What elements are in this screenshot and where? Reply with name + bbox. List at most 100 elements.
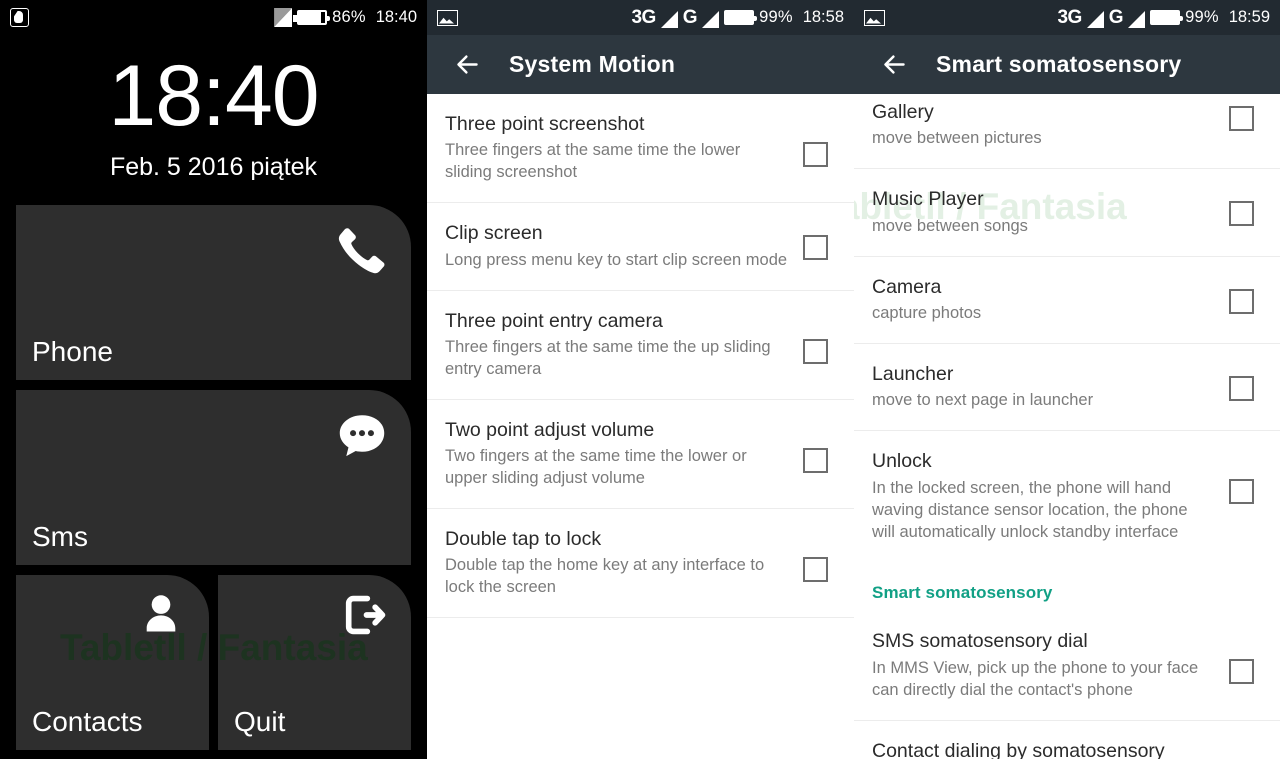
list-item-subtitle: Two fingers at the same time the lower o… (445, 447, 747, 488)
list-item[interactable]: Camera capture photos (854, 257, 1280, 344)
battery-percent-left: 86% (332, 8, 366, 26)
list-item-title: Camera (872, 275, 942, 298)
checkbox-launcher[interactable] (1229, 375, 1254, 401)
list-item-subtitle: Long press menu key to start clip screen… (445, 250, 788, 269)
tile-quit[interactable]: Quit (218, 575, 411, 750)
checkbox-three-point-entry-camera[interactable] (803, 338, 828, 364)
tile-sms[interactable]: Sms (16, 390, 411, 565)
list-item-subtitle: Double tap the home key at any interface… (445, 556, 765, 597)
list-item[interactable]: Gallery move between pictures (854, 94, 1280, 170)
list-item[interactable]: Three point screenshot Three fingers at … (427, 94, 854, 204)
list-item[interactable]: Unlock In the locked screen, the phone w… (854, 431, 1280, 561)
signal-bars-icon-2 (1128, 11, 1146, 28)
picture-icon (864, 9, 885, 26)
status-bar-right: 3G G 99% 18:59 (854, 0, 1280, 35)
tile-contacts[interactable]: Contacts (16, 575, 209, 750)
status-bar-middle: 3G G 99% 18:58 (427, 0, 854, 35)
checkbox-camera[interactable] (1229, 288, 1254, 314)
list-item-title: Music Player (872, 188, 984, 211)
appbar-smart-somatosensory: Smart somatosensory (854, 35, 1280, 94)
system-motion-list: Three point screenshot Three fingers at … (427, 94, 854, 619)
list-item[interactable]: Two point adjust volume Two fingers at t… (427, 400, 854, 510)
page-title-smart-somatosensory: Smart somatosensory (936, 51, 1182, 77)
list-item-title: SMS somatosensory dial (872, 630, 1088, 653)
status-time-left: 18:40 (375, 8, 417, 26)
list-item-title: Gallery (872, 101, 934, 123)
checkbox-music-player[interactable] (1229, 201, 1254, 227)
system-motion-panel: 3G G 99% 18:58 System Motion Three point… (427, 0, 854, 759)
vibrate-icon (10, 8, 29, 27)
status-time-middle: 18:58 (802, 8, 844, 26)
list-item-title: Double tap to lock (445, 528, 602, 551)
signal-bars-icon-2 (702, 11, 720, 28)
lockscreen-clock-block: 18:40 Feb. 5 2016 piątek (0, 35, 427, 182)
tile-row-bottom: Contacts Quit (16, 575, 411, 750)
lockscreen-shortcut-tiles: Phone Sms Contacts Quit (0, 205, 427, 750)
tile-label-quit: Quit (234, 706, 286, 737)
list-item-subtitle: capture photos (872, 304, 982, 322)
status-time-right: 18:59 (1228, 8, 1270, 26)
battery-icon (1150, 10, 1184, 25)
back-arrow-icon[interactable] (872, 43, 916, 87)
list-item-subtitle: move to next page in launcher (872, 391, 1094, 410)
battery-percent-right: 99% (1185, 8, 1219, 26)
person-icon (135, 589, 187, 641)
smart-somatosensory-list: Tabletll / Fantasia Gallery move between… (854, 94, 1280, 759)
page-title-system-motion: System Motion (509, 51, 676, 77)
checkbox-sms-somatosensory-dial[interactable] (1229, 659, 1254, 685)
battery-icon (293, 10, 331, 25)
list-item[interactable]: Three point entry camera Three fingers a… (427, 291, 854, 400)
battery-percent-middle: 99% (759, 8, 793, 26)
back-arrow-icon[interactable] (445, 43, 489, 87)
list-item-title: Unlock (872, 450, 932, 473)
signal-bars-icon-1 (660, 11, 678, 28)
network-type-g-right: G (1108, 6, 1124, 28)
signal-off-icon (274, 8, 292, 27)
message-bubble-icon (333, 408, 391, 466)
list-item[interactable]: Music Player move between songs (854, 169, 1280, 257)
lockscreen-panel: 86% 18:40 18:40 Feb. 5 2016 piątek Phone (0, 0, 427, 759)
lockscreen-time: 18:40 (108, 48, 319, 144)
checkbox-clip-screen[interactable] (803, 235, 828, 261)
network-type-g-middle: G (682, 6, 698, 28)
list-item[interactable]: Double tap to lock Double tap the home k… (427, 509, 854, 619)
list-item-title: Three point screenshot (445, 113, 645, 135)
checkbox-double-tap-to-lock[interactable] (803, 557, 828, 583)
list-item-subtitle: move between songs (872, 216, 1028, 235)
list-item-subtitle: In MMS View, pick up the phone to your f… (872, 658, 1199, 699)
list-item[interactable]: SMS somatosensory dial In MMS View, pick… (854, 611, 1280, 721)
checkbox-gallery[interactable] (1229, 106, 1254, 131)
phone-icon (333, 223, 391, 281)
smart-somatosensory-panel: 3G G 99% 18:59 Smart somatosensory Table… (854, 0, 1280, 759)
tile-label-phone: Phone (32, 336, 113, 367)
checkbox-unlock[interactable] (1229, 479, 1254, 505)
exit-icon (337, 589, 389, 641)
network-type-3g-right: 3G (1057, 6, 1082, 28)
battery-icon (724, 10, 758, 25)
list-item-subtitle: move between pictures (872, 129, 1042, 148)
list-item-subtitle: In the locked screen, the phone will han… (872, 478, 1188, 541)
lockscreen-date: Feb. 5 2016 piątek (109, 153, 318, 181)
checkbox-three-point-screenshot[interactable] (803, 142, 828, 167)
section-header-smart-somatosensory: Smart somatosensory (872, 583, 1053, 603)
list-item-subtitle: Three fingers at the same time the lower… (445, 141, 741, 182)
list-item-title: Contact dialing by somatosensory (872, 739, 1165, 759)
status-bar-left: 86% 18:40 (0, 0, 427, 35)
tile-phone[interactable]: Phone (16, 205, 411, 380)
appbar-system-motion: System Motion (427, 35, 854, 94)
list-item-title: Two point adjust volume (445, 418, 655, 441)
list-item-title: Launcher (872, 362, 954, 385)
list-item[interactable]: Clip screen Long press menu key to start… (427, 203, 854, 291)
tile-label-sms: Sms (32, 521, 88, 552)
list-item[interactable]: Contact dialing by somatosensory In cont… (854, 721, 1280, 759)
picture-icon (437, 9, 458, 26)
list-item[interactable]: Launcher move to next page in launcher (854, 344, 1280, 432)
list-item-title: Clip screen (445, 222, 543, 245)
checkbox-two-point-adjust-volume[interactable] (803, 447, 828, 473)
list-item-title: Three point entry camera (445, 309, 663, 332)
list-item-subtitle: Three fingers at the same time the up sl… (445, 337, 771, 378)
network-type-3g-middle: 3G (631, 6, 656, 28)
three-panel-screenshot-composite: 86% 18:40 18:40 Feb. 5 2016 piątek Phone (0, 0, 1280, 759)
signal-bars-icon-1 (1086, 11, 1104, 28)
tile-label-contacts: Contacts (32, 706, 143, 737)
